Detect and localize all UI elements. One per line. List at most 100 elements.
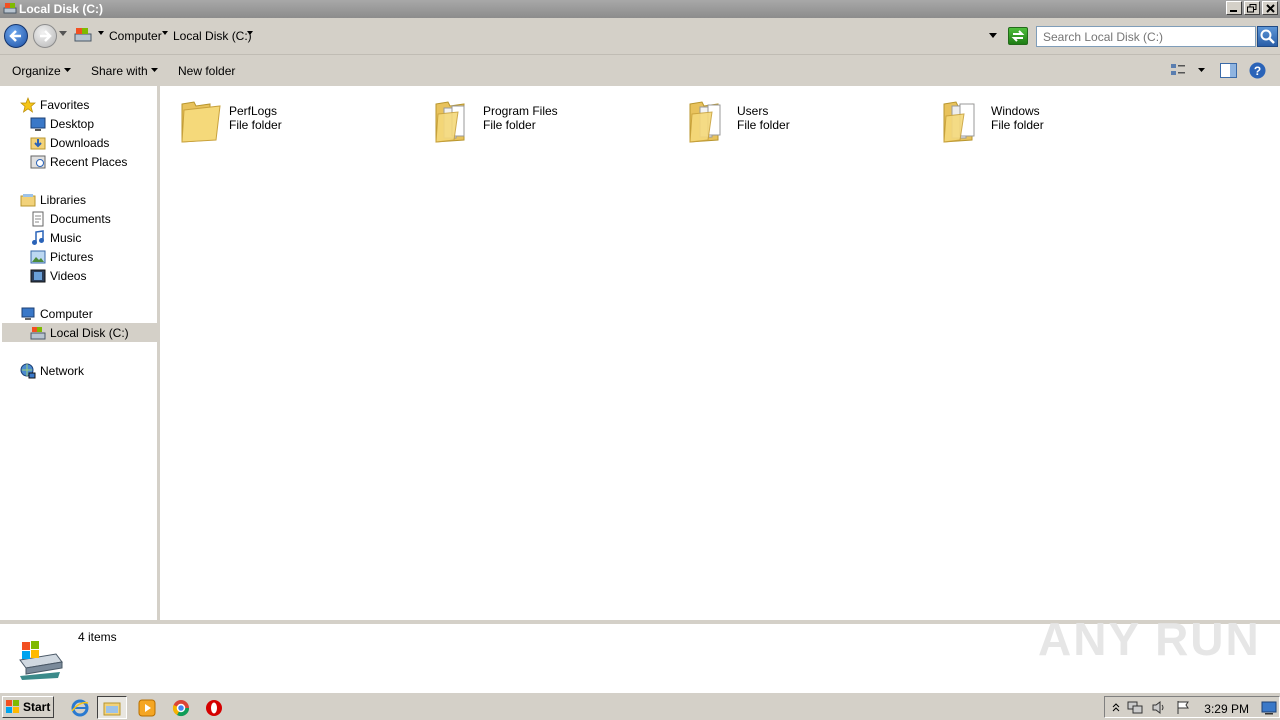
folder-item[interactable]: PerfLogs File folder <box>180 94 430 144</box>
drive-icon <box>74 28 92 42</box>
back-button[interactable] <box>4 24 28 48</box>
nav-documents[interactable]: Documents <box>30 209 111 228</box>
nav-pictures-label: Pictures <box>50 249 94 264</box>
show-desktop-icon[interactable] <box>1261 701 1277 715</box>
restore-button[interactable] <box>1244 1 1260 15</box>
action-center-flag-icon[interactable] <box>1175 700 1191 715</box>
details-pane: 4 items ANY RUN <box>0 613 1280 692</box>
folder-item[interactable]: Program Files File folder <box>434 94 684 144</box>
chevron-down-icon[interactable] <box>247 31 253 36</box>
pictures-icon <box>30 250 46 263</box>
taskbar-explorer[interactable] <box>97 696 127 719</box>
nav-videos[interactable]: Videos <box>30 266 86 285</box>
folder-icon <box>943 101 975 143</box>
restore-icon <box>1247 3 1257 12</box>
music-icon <box>32 229 44 245</box>
nav-pictures[interactable]: Pictures <box>30 247 93 266</box>
nav-music[interactable]: Music <box>30 228 81 247</box>
share-with-button[interactable]: Share with <box>91 64 148 78</box>
chevron-down-icon[interactable] <box>151 68 158 73</box>
chevron-down-icon[interactable] <box>162 31 168 36</box>
minimize-button[interactable] <box>1226 1 1242 15</box>
new-folder-button[interactable]: New folder <box>178 64 235 78</box>
taskbar-opera[interactable] <box>204 698 224 718</box>
address-history-dropdown-icon[interactable] <box>989 33 997 39</box>
breadcrumb-computer[interactable]: Computer <box>109 29 162 43</box>
refresh-icon <box>1011 30 1025 42</box>
folder-icon <box>689 101 721 143</box>
forward-arrow-icon <box>40 30 52 42</box>
nav-desktop-label: Desktop <box>50 116 95 131</box>
nav-desktop[interactable]: Desktop <box>30 114 94 133</box>
videos-icon <box>30 269 46 282</box>
drive-icon <box>3 3 17 14</box>
folder-type: File folder <box>737 118 790 132</box>
preview-pane-icon[interactable] <box>1220 63 1237 78</box>
clock[interactable]: 3:29 PM <box>1204 702 1249 716</box>
nav-network[interactable]: Network <box>20 361 84 380</box>
help-icon[interactable]: ? <box>1249 62 1266 79</box>
nav-music-label: Music <box>50 230 82 245</box>
desktop-icon <box>30 117 46 131</box>
nav-favorites-label: Favorites <box>40 97 90 112</box>
folder-type: File folder <box>229 118 282 132</box>
folder-item[interactable]: Windows File folder <box>942 94 1192 144</box>
nav-favorites[interactable]: Favorites <box>20 95 89 114</box>
breadcrumb-local-disk[interactable]: Local Disk (C:) <box>173 29 252 43</box>
start-button[interactable]: Start <box>2 696 54 718</box>
media-player-icon <box>138 699 156 717</box>
close-button[interactable] <box>1262 1 1278 15</box>
nav-documents-label: Documents <box>50 211 111 226</box>
address-bar[interactable]: Computer Local Disk (C:) <box>72 25 1002 47</box>
drive-icon <box>19 641 63 680</box>
downloads-folder-icon <box>30 137 46 149</box>
taskbar-media-player[interactable] <box>137 698 157 718</box>
nav-videos-label: Videos <box>50 268 87 283</box>
nav-computer-label: Computer <box>40 306 93 321</box>
star-icon <box>20 96 36 113</box>
nav-local-disk-label: Local Disk (C:) <box>50 325 129 340</box>
taskbar-ie[interactable] <box>70 698 90 718</box>
folder-type: File folder <box>483 118 536 132</box>
chevron-down-icon[interactable] <box>98 31 104 36</box>
close-icon <box>1265 3 1275 13</box>
organize-button[interactable]: Organize <box>12 64 61 78</box>
nav-downloads[interactable]: Downloads <box>30 133 109 152</box>
folder-name: Users <box>737 104 769 118</box>
start-label: Start <box>23 700 51 714</box>
system-tray: 3:29 PM <box>1104 696 1280 718</box>
nav-recent-places[interactable]: Recent Places <box>30 152 127 171</box>
folder-icon <box>435 101 465 143</box>
back-arrow-icon <box>9 30 21 42</box>
folder-name: Windows <box>991 104 1040 118</box>
folder-item[interactable]: Users File folder <box>688 94 938 144</box>
forward-button[interactable] <box>33 24 57 48</box>
nav-libraries-label: Libraries <box>40 192 87 207</box>
folder-name: PerfLogs <box>229 104 278 118</box>
nav-libraries[interactable]: Libraries <box>20 190 86 209</box>
network-status-icon[interactable] <box>1127 700 1143 715</box>
chevron-down-icon[interactable] <box>1198 68 1205 73</box>
taskbar-chrome[interactable] <box>171 698 191 718</box>
navigation-pane: Favorites Desktop Downloads Recent Place… <box>0 86 157 620</box>
internet-explorer-icon <box>71 699 89 717</box>
nav-downloads-label: Downloads <box>50 135 110 150</box>
search-input[interactable] <box>1036 26 1256 47</box>
computer-icon <box>21 307 35 320</box>
show-hidden-icons-icon[interactable] <box>1112 702 1120 712</box>
watermark-text: ANY RUN <box>1038 613 1261 665</box>
search-button[interactable] <box>1257 26 1278 47</box>
title-bar: Local Disk (C:) <box>0 0 1280 18</box>
view-options-icon[interactable] <box>1170 63 1186 77</box>
recent-pages-dropdown-icon[interactable] <box>59 31 67 37</box>
nav-local-disk[interactable]: Local Disk (C:) <box>2 323 157 342</box>
documents-icon <box>32 211 44 226</box>
recent-places-icon <box>30 155 46 168</box>
volume-icon[interactable] <box>1151 700 1167 715</box>
refresh-button[interactable] <box>1008 27 1028 45</box>
search-icon <box>1260 29 1275 44</box>
drive-icon <box>30 326 46 339</box>
nav-computer[interactable]: Computer <box>20 304 93 323</box>
chevron-down-icon[interactable] <box>64 68 71 73</box>
folder-name: Program Files <box>483 104 558 118</box>
